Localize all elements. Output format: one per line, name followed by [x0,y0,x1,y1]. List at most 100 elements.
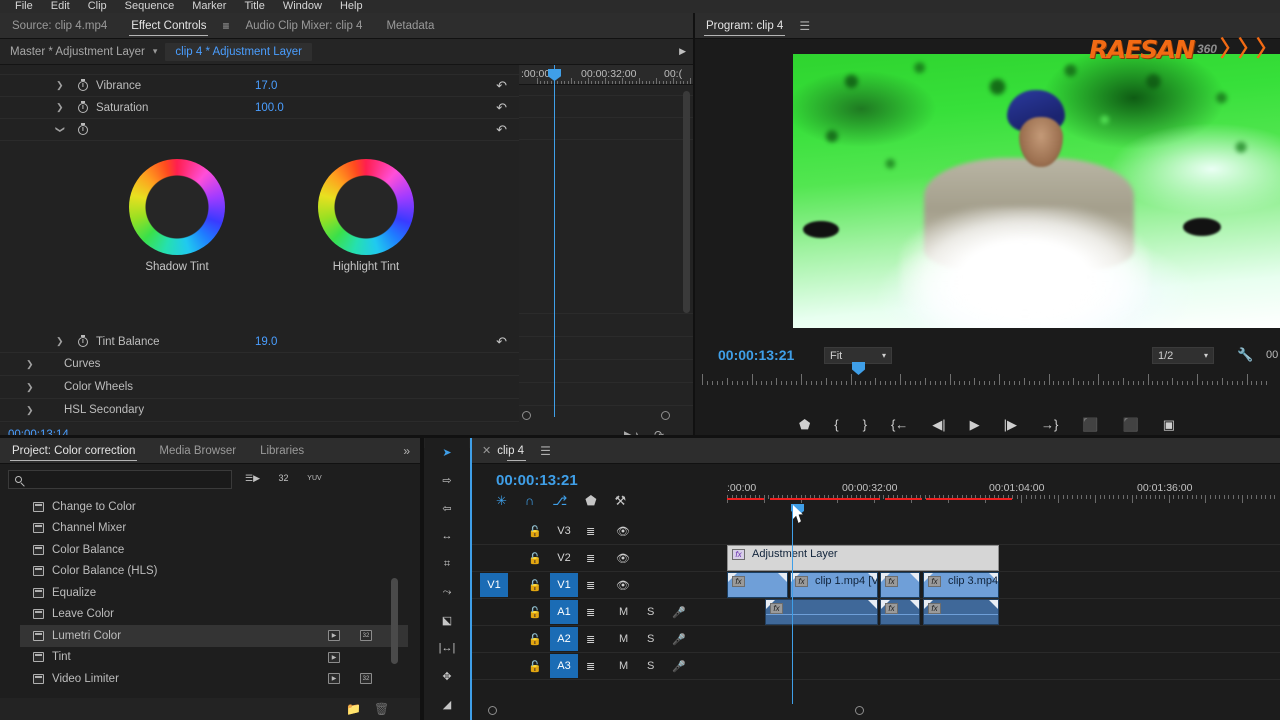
effects-search-input[interactable] [8,470,232,489]
property-value[interactable]: 100.0 [255,102,284,114]
linked-selection-icon[interactable]: ⎇ [552,494,567,507]
track-lane-a3[interactable] [727,653,1280,680]
yuv-icon[interactable]: YUV [306,470,323,486]
eye-icon[interactable]: 👁 [616,552,630,565]
sync-lock-icon[interactable]: ≣ [586,552,595,565]
tab-libraries[interactable]: Libraries [248,438,316,464]
chevron-down-icon[interactable]: ❯ [54,126,65,134]
stopwatch-icon[interactable] [78,124,88,135]
fit-zoom-select[interactable]: Fit ▾ [824,347,892,364]
track-header-a3[interactable]: 🔓 A3 ≣ M S 🎤 [472,653,727,680]
track-lane-a1[interactable]: fx fx fx [727,599,1280,626]
solo-button[interactable]: S [647,660,654,672]
clip-corner-handle[interactable] [868,600,877,609]
clip-corner-handle[interactable] [910,600,919,609]
track-lane-v2[interactable]: fx Adjustment Layer [727,545,1280,572]
close-icon[interactable]: ✕ [472,444,497,457]
mark-out-button[interactable]: } [863,418,867,431]
effect-list-item[interactable]: Color Balance (HLS) [20,561,408,583]
selection-tool[interactable]: ➤ [425,438,469,466]
effect-controls-scrollbar[interactable] [683,91,690,313]
chevron-right-icon[interactable]: ❯ [26,382,34,393]
property-value[interactable]: 17.0 [255,80,277,92]
lock-icon[interactable]: 🔓 [528,525,542,538]
lock-icon[interactable]: 🔓 [528,660,542,673]
playback-resolution-select[interactable]: 1/2 ▾ [1152,347,1214,364]
pen-tool[interactable]: ◢ [425,690,469,718]
effect-list-item[interactable]: Equalize [20,582,408,604]
accelerated-effects-icon[interactable]: ☰▶ [244,470,261,486]
track-name-a3[interactable]: A3 [550,654,578,678]
razor-tool[interactable]: ⬕ [425,606,469,634]
effect-controls-ruler[interactable]: :00:00 00:00:32:00 00:( [519,65,694,85]
timeline-clip[interactable]: fx [880,599,920,625]
clip-corner-handle[interactable] [910,573,919,582]
effects-list-scrollbar[interactable] [391,578,398,664]
track-name-v3[interactable]: V3 [550,519,578,543]
sync-lock-icon[interactable]: ≣ [586,579,595,592]
play-effects-icon[interactable]: ▶ [679,46,686,57]
effect-list-item[interactable]: Channel Mixer [20,518,408,540]
add-marker-icon[interactable]: ⬟ [585,494,596,507]
timeline-clip[interactable]: fx [727,572,788,598]
timeline-zoom-handle-right[interactable] [855,706,864,715]
play-stop-button[interactable]: ▶ [970,418,980,431]
zoom-handle-right[interactable] [661,411,670,420]
step-back-button[interactable]: ◀| [932,418,945,431]
step-forward-button[interactable]: |▶ [1004,418,1017,431]
chevron-down-icon[interactable]: ▾ [145,46,166,57]
slide-tool[interactable]: ✥ [425,662,469,690]
property-row-tint-group[interactable]: ❯ ↶ [0,119,519,141]
track-select-backward-tool[interactable]: ⇦ [425,494,469,522]
track-header-a1[interactable]: 🔓 A1 ≣ M S 🎤 [472,599,727,626]
active-clip-label[interactable]: clip 4 * Adjustment Layer [165,42,312,61]
shadow-tint-wheel[interactable] [129,159,225,255]
track-lane-v1[interactable]: fx fx clip 1.mp4 [V fx fx clip 3.mp4 [727,572,1280,599]
stopwatch-icon[interactable] [78,80,88,91]
chevron-right-icon[interactable]: ❯ [56,80,64,91]
timeline-current-timecode[interactable]: 00:00:13:21 [496,472,578,489]
chevron-right-icon[interactable]: ❯ [26,359,34,370]
reset-icon[interactable]: ↶ [496,101,507,114]
timeline-clip[interactable]: fx Adjustment Layer [727,545,999,571]
lock-icon[interactable]: 🔓 [528,606,542,619]
timeline-time-ruler[interactable]: :00:00 00:00:32:00 00:01:04:00 00:01:36:00 [727,482,1280,504]
track-header-v2[interactable]: 🔓 V2 ≣ 👁 [472,545,727,572]
stopwatch-icon[interactable] [78,336,88,347]
menu-item-marker[interactable]: Marker [183,0,235,13]
timeline-clip[interactable]: fx [923,599,999,625]
sync-lock-icon[interactable]: ≣ [586,606,595,619]
lift-button[interactable]: ⬛ [1082,418,1098,431]
add-marker-button[interactable]: ⬟ [799,418,810,431]
effect-list-item[interactable]: Video Limiter ▶ 32 [20,668,408,690]
section-row-hsl-secondary[interactable]: ❯ HSL Secondary [0,399,519,422]
menu-item-sequence[interactable]: Sequence [116,0,184,13]
track-header-v1[interactable]: V1 🔓 V1 ≣ 👁 [472,572,727,599]
hamburger-icon[interactable]: ≡ [218,13,233,39]
lock-icon[interactable]: 🔓 [528,579,542,592]
double-chevron-icon[interactable]: » [403,444,420,458]
chevron-right-icon[interactable]: ❯ [56,102,64,113]
eye-icon[interactable]: 👁 [616,525,630,538]
solo-button[interactable]: S [647,633,654,645]
tab-program[interactable]: Program: clip 4 [694,13,795,39]
snap-icon[interactable]: ∩ [525,494,534,507]
property-value[interactable]: 19.0 [255,336,277,348]
lock-icon[interactable]: 🔓 [528,633,542,646]
track-name-a1[interactable]: A1 [550,600,578,624]
tab-project-color-correction[interactable]: Project: Color correction [0,438,147,464]
voiceover-icon[interactable]: 🎤 [672,633,686,646]
program-current-timecode[interactable]: 00:00:13:21 [718,347,794,363]
effect-list-item[interactable]: Lumetri Color ▶ 32 [20,625,408,647]
reset-icon[interactable]: ↶ [496,335,507,348]
wrench-icon[interactable]: 🔧 [1237,347,1253,363]
zoom-handle-left[interactable] [522,411,531,420]
timeline-clip[interactable]: fx [765,599,878,625]
mute-button[interactable]: M [619,660,628,672]
property-row-saturation[interactable]: ❯ Saturation 100.0 ↶ [0,97,519,119]
mark-in-button[interactable]: { [834,418,838,431]
menu-item-edit[interactable]: Edit [42,0,79,13]
insert-overwrite-icon[interactable]: ✳ [496,494,507,507]
chevron-right-icon[interactable]: ❯ [26,405,34,416]
rate-stretch-tool[interactable]: ⤳ [425,578,469,606]
